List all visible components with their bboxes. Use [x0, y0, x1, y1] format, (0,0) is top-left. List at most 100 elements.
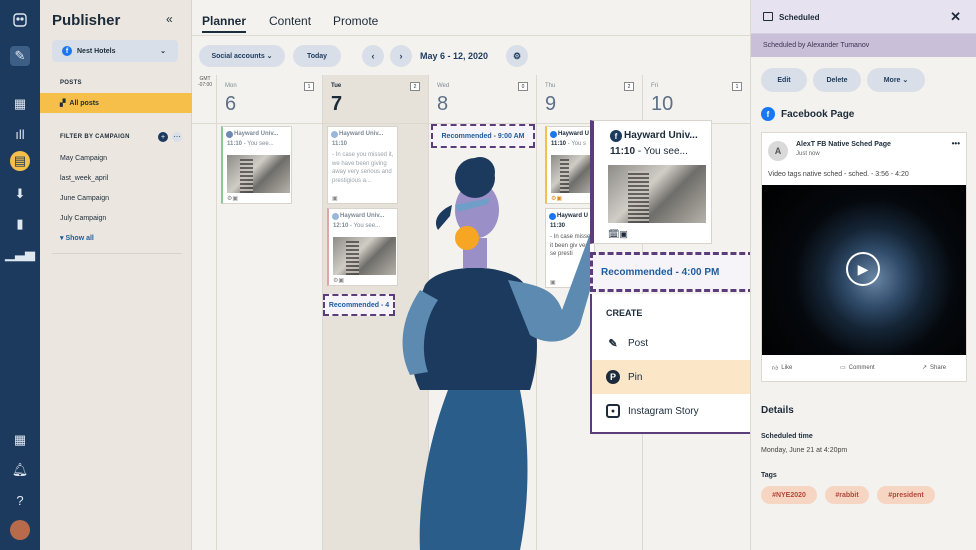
scheduled-time-value: Monday, June 21 at 4:20pm [761, 447, 848, 454]
compose-icon: ✎ [608, 337, 618, 350]
comment-action: ▭ Comment [840, 364, 875, 372]
create-menu: CREATE ✎ Post P Pin ● Instagram Story [590, 294, 754, 434]
create-pin-item[interactable]: P Pin [592, 360, 752, 394]
day-number: 8 [437, 93, 449, 115]
page-avatar: A [768, 141, 788, 161]
calendar-icon [763, 12, 773, 21]
post-count-badge: 0 [518, 82, 528, 91]
share-label: Share [930, 364, 947, 371]
tab-planner[interactable]: Planner [202, 14, 247, 33]
notifications-bell-icon[interactable]: 🔔︎ [10, 460, 30, 480]
menu-item-label: Instagram Story [628, 405, 699, 417]
post-time-value: 11:10 [610, 146, 636, 157]
more-options-icon[interactable]: ⋯ [172, 132, 182, 142]
divider [52, 253, 182, 254]
more-options-icon[interactable]: ••• [952, 139, 960, 148]
tags-label: Tags [761, 472, 777, 479]
next-week-button[interactable]: › [390, 45, 412, 67]
post-card[interactable]: Hayward Univ... 11:10 - You see... ⚙▣ [221, 126, 292, 204]
settings-gear-icon[interactable]: ⚙︎ [506, 45, 528, 67]
tag-chip[interactable]: #NYE2020 [761, 486, 817, 504]
reports-icon[interactable]: ▁▃▅ [5, 244, 35, 264]
share-action: ↗ Share [922, 364, 947, 372]
account-selector[interactable]: f Nest Hotels ⌄ [52, 40, 178, 62]
show-all-label: Show all [65, 235, 94, 242]
post-account: Hayward Univ... [624, 130, 698, 141]
more-label: More [883, 76, 901, 84]
sidebar-item-all-posts[interactable]: ▞ All posts [40, 93, 192, 113]
date-range[interactable]: May 6 - 12, 2020 [420, 51, 488, 61]
day-number: 7 [331, 93, 343, 115]
post-time-value: 11:10 [227, 141, 243, 147]
campaign-item[interactable]: June Campaign [60, 195, 109, 202]
social-accounts-label: Social accounts [211, 52, 265, 60]
facebook-icon: f [62, 46, 72, 56]
panel-header: Scheduled ✕ [751, 0, 976, 34]
tab-content[interactable]: Content [269, 14, 311, 28]
prev-week-button[interactable]: ‹ [362, 45, 384, 67]
menu-item-label: Pin [628, 371, 643, 383]
tab-promote[interactable]: Promote [333, 14, 378, 28]
assignments-icon[interactable]: ▮ [10, 214, 30, 234]
post-time-value: 12:10 [333, 223, 349, 229]
play-icon[interactable]: ▶ [846, 252, 880, 286]
facebook-icon: f [610, 130, 622, 142]
recommended-slot-highlighted[interactable]: Recommended - 4:00 PM [590, 252, 754, 292]
close-icon[interactable]: ✕ [950, 9, 961, 25]
more-button[interactable]: More ⌄ [867, 68, 925, 92]
like-action: 👍︎ Like [772, 364, 792, 372]
post-account: Hayward Univ... [340, 213, 385, 219]
media-icon: ⚙▣ [333, 278, 345, 284]
user-avatar[interactable] [10, 520, 30, 540]
filter-campaign-heading: FILTER BY CAMPAIGN [60, 134, 130, 140]
post-time: 11:10 - You see... [610, 146, 688, 157]
post-time-value: 11:10 [332, 141, 348, 147]
details-heading: Details [761, 405, 794, 416]
post-preview: A AlexT FB Native Sched Page Just now ••… [761, 132, 967, 382]
add-campaign-icon[interactable]: + [158, 132, 168, 142]
compose-icon[interactable]: ✎ [10, 46, 30, 66]
share-icon: ↗ [922, 365, 928, 371]
collapse-sidebar-icon[interactable]: « [166, 12, 173, 26]
day-number: 6 [225, 93, 237, 115]
woman-illustration [402, 157, 590, 550]
panel-title: Scheduled [779, 13, 820, 22]
instagram-icon: ● [606, 404, 620, 418]
create-post-item[interactable]: ✎ Post [592, 326, 752, 360]
social-accounts-dropdown[interactable]: Social accounts ⌄ [199, 45, 285, 67]
facebook-icon [332, 213, 339, 220]
owl-logo-icon[interactable] [10, 10, 30, 30]
campaign-item[interactable]: July Campaign [60, 215, 106, 222]
day-name: Thu [545, 83, 556, 89]
tag-chip[interactable]: #president [877, 486, 935, 504]
edit-button[interactable]: Edit [761, 68, 807, 92]
show-all-link[interactable]: ▾ Show all [60, 234, 94, 242]
post-account: Hayward Univ... [234, 131, 279, 137]
tag-chip[interactable]: #rabbit [825, 486, 869, 504]
post-time: 11:10 - You see... [227, 141, 274, 147]
post-timestamp: Just now [796, 151, 820, 157]
campaign-item[interactable]: last_week_april [60, 175, 108, 182]
day-name: Fri [651, 83, 658, 89]
comment-icon: ▭ [840, 365, 846, 371]
analytics-pulse-icon[interactable]: ıll [10, 124, 30, 144]
video-preview[interactable]: ▶ [762, 185, 966, 355]
post-count-badge: 2 [624, 82, 634, 91]
help-icon[interactable]: ? [10, 490, 30, 510]
inbox-icon[interactable]: ⬇ [10, 184, 30, 204]
menu-item-label: Post [628, 337, 649, 349]
network-label: f Facebook Page [761, 107, 854, 121]
tab-bar: Planner Content Promote [192, 0, 750, 36]
campaign-item[interactable]: May Campaign [60, 155, 107, 162]
recommended-slot[interactable]: Recommended - 9:00 AM [431, 124, 535, 148]
apps-icon[interactable]: ▦ [10, 430, 30, 450]
create-instagram-story-item[interactable]: ● Instagram Story [592, 394, 752, 428]
facebook-icon [550, 131, 557, 138]
post-time: 11:10 [332, 141, 347, 147]
delete-button[interactable]: Delete [813, 68, 861, 92]
streams-icon[interactable]: ▦ [10, 94, 30, 114]
post-preview-popup[interactable]: f Hayward Univ... 11:10 - You see... 🗓︎▣ [590, 120, 712, 244]
today-button[interactable]: Today [293, 45, 341, 67]
publisher-calendar-icon[interactable]: ▤ [10, 151, 30, 171]
thumbs-up-icon: 👍︎ [772, 366, 779, 372]
